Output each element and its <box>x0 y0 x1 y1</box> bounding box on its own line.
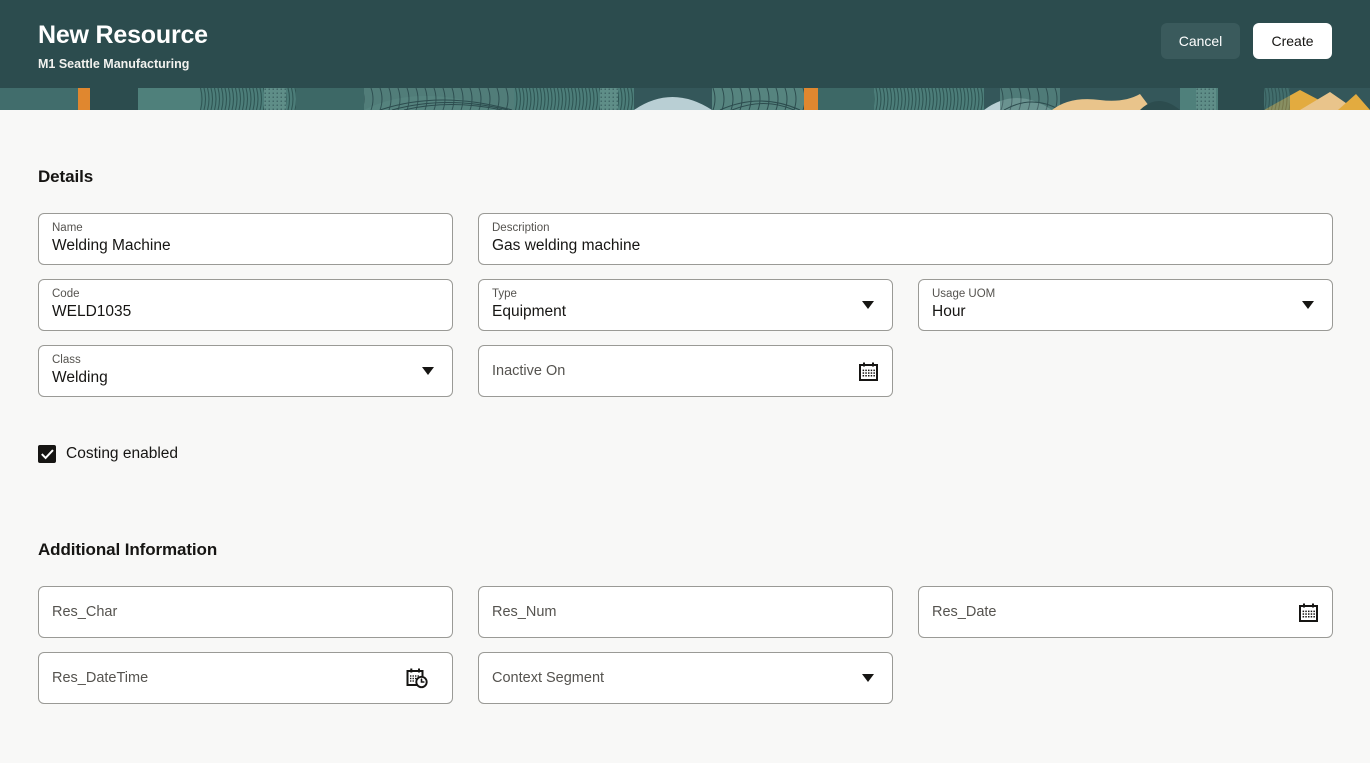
additional-section-title: Additional Information <box>38 540 218 559</box>
field-description-label: Description <box>492 222 550 234</box>
additional-information-section: Additional Information Res_Char Res_Num … <box>38 464 1333 704</box>
chevron-down-icon[interactable] <box>417 360 439 382</box>
details-section: Details Name Welding Machine Description… <box>38 110 1333 464</box>
field-usage-uom-label: Usage UOM <box>932 288 996 300</box>
field-res-num-label: Res_Num <box>492 604 557 620</box>
cancel-button[interactable]: Cancel <box>1161 23 1240 59</box>
form-content: Details Name Welding Machine Description… <box>0 110 1370 704</box>
field-code[interactable]: Code WELD1035 <box>38 279 453 331</box>
field-res-datetime-label: Res_DateTime <box>52 670 149 686</box>
field-inactive-on-label: Inactive On <box>492 363 566 379</box>
field-type-label: Type <box>492 288 517 300</box>
calendar-clock-icon[interactable] <box>406 667 428 689</box>
costing-enabled-checkbox[interactable] <box>38 445 56 463</box>
field-code-label: Code <box>52 288 80 300</box>
header-titles: New Resource M1 Seattle Manufacturing <box>38 16 208 72</box>
decorative-pattern-banner <box>0 88 1370 110</box>
page-subtitle: M1 Seattle Manufacturing <box>38 57 190 71</box>
field-name[interactable]: Name Welding Machine <box>38 213 453 265</box>
field-usage-uom-value: Hour <box>932 303 966 320</box>
field-code-value: WELD1035 <box>52 303 132 320</box>
chevron-down-icon[interactable] <box>857 667 879 689</box>
field-res-char[interactable]: Res_Char <box>38 586 453 638</box>
field-class[interactable]: Class Welding <box>38 345 453 397</box>
field-type[interactable]: Type Equipment <box>478 279 893 331</box>
field-name-label: Name <box>52 222 83 234</box>
grid-spacer <box>918 345 1333 397</box>
field-inactive-on[interactable]: Inactive On <box>478 345 893 397</box>
field-res-datetime[interactable]: Res_DateTime <box>38 652 453 704</box>
details-field-grid: Name Welding Machine Description Gas wel… <box>38 213 1333 331</box>
field-class-value: Welding <box>52 369 108 386</box>
page-header: New Resource M1 Seattle Manufacturing Ca… <box>0 0 1370 88</box>
check-icon <box>40 448 54 459</box>
create-button[interactable]: Create <box>1253 23 1332 59</box>
field-res-date-label: Res_Date <box>932 604 997 620</box>
calendar-icon[interactable] <box>1297 601 1319 623</box>
field-res-date[interactable]: Res_Date <box>918 586 1333 638</box>
field-description[interactable]: Description Gas welding machine <box>478 213 1333 265</box>
grid-spacer <box>918 652 1333 704</box>
page-title: New Resource <box>38 21 208 49</box>
chevron-down-icon[interactable] <box>1297 294 1319 316</box>
field-usage-uom[interactable]: Usage UOM Hour <box>918 279 1333 331</box>
costing-enabled-label[interactable]: Costing enabled <box>66 444 178 464</box>
field-context-segment-label: Context Segment <box>492 670 605 686</box>
additional-field-grid: Res_Char Res_Num Res_Date Res_DateTime C… <box>38 586 1333 704</box>
field-res-num[interactable]: Res_Num <box>478 586 893 638</box>
field-type-value: Equipment <box>492 303 567 320</box>
field-context-segment[interactable]: Context Segment <box>478 652 893 704</box>
chevron-down-icon[interactable] <box>857 294 879 316</box>
details-section-title: Details <box>38 167 94 186</box>
details-field-grid-row2: Class Welding Inactive On <box>38 345 1332 397</box>
field-description-value: Gas welding machine <box>492 237 641 254</box>
calendar-icon[interactable] <box>857 360 879 382</box>
header-actions: Cancel Create <box>1161 16 1332 59</box>
costing-enabled-row[interactable]: Costing enabled <box>38 444 1332 464</box>
field-class-label: Class <box>52 354 81 366</box>
field-res-char-label: Res_Char <box>52 604 118 620</box>
field-name-value: Welding Machine <box>52 237 171 254</box>
